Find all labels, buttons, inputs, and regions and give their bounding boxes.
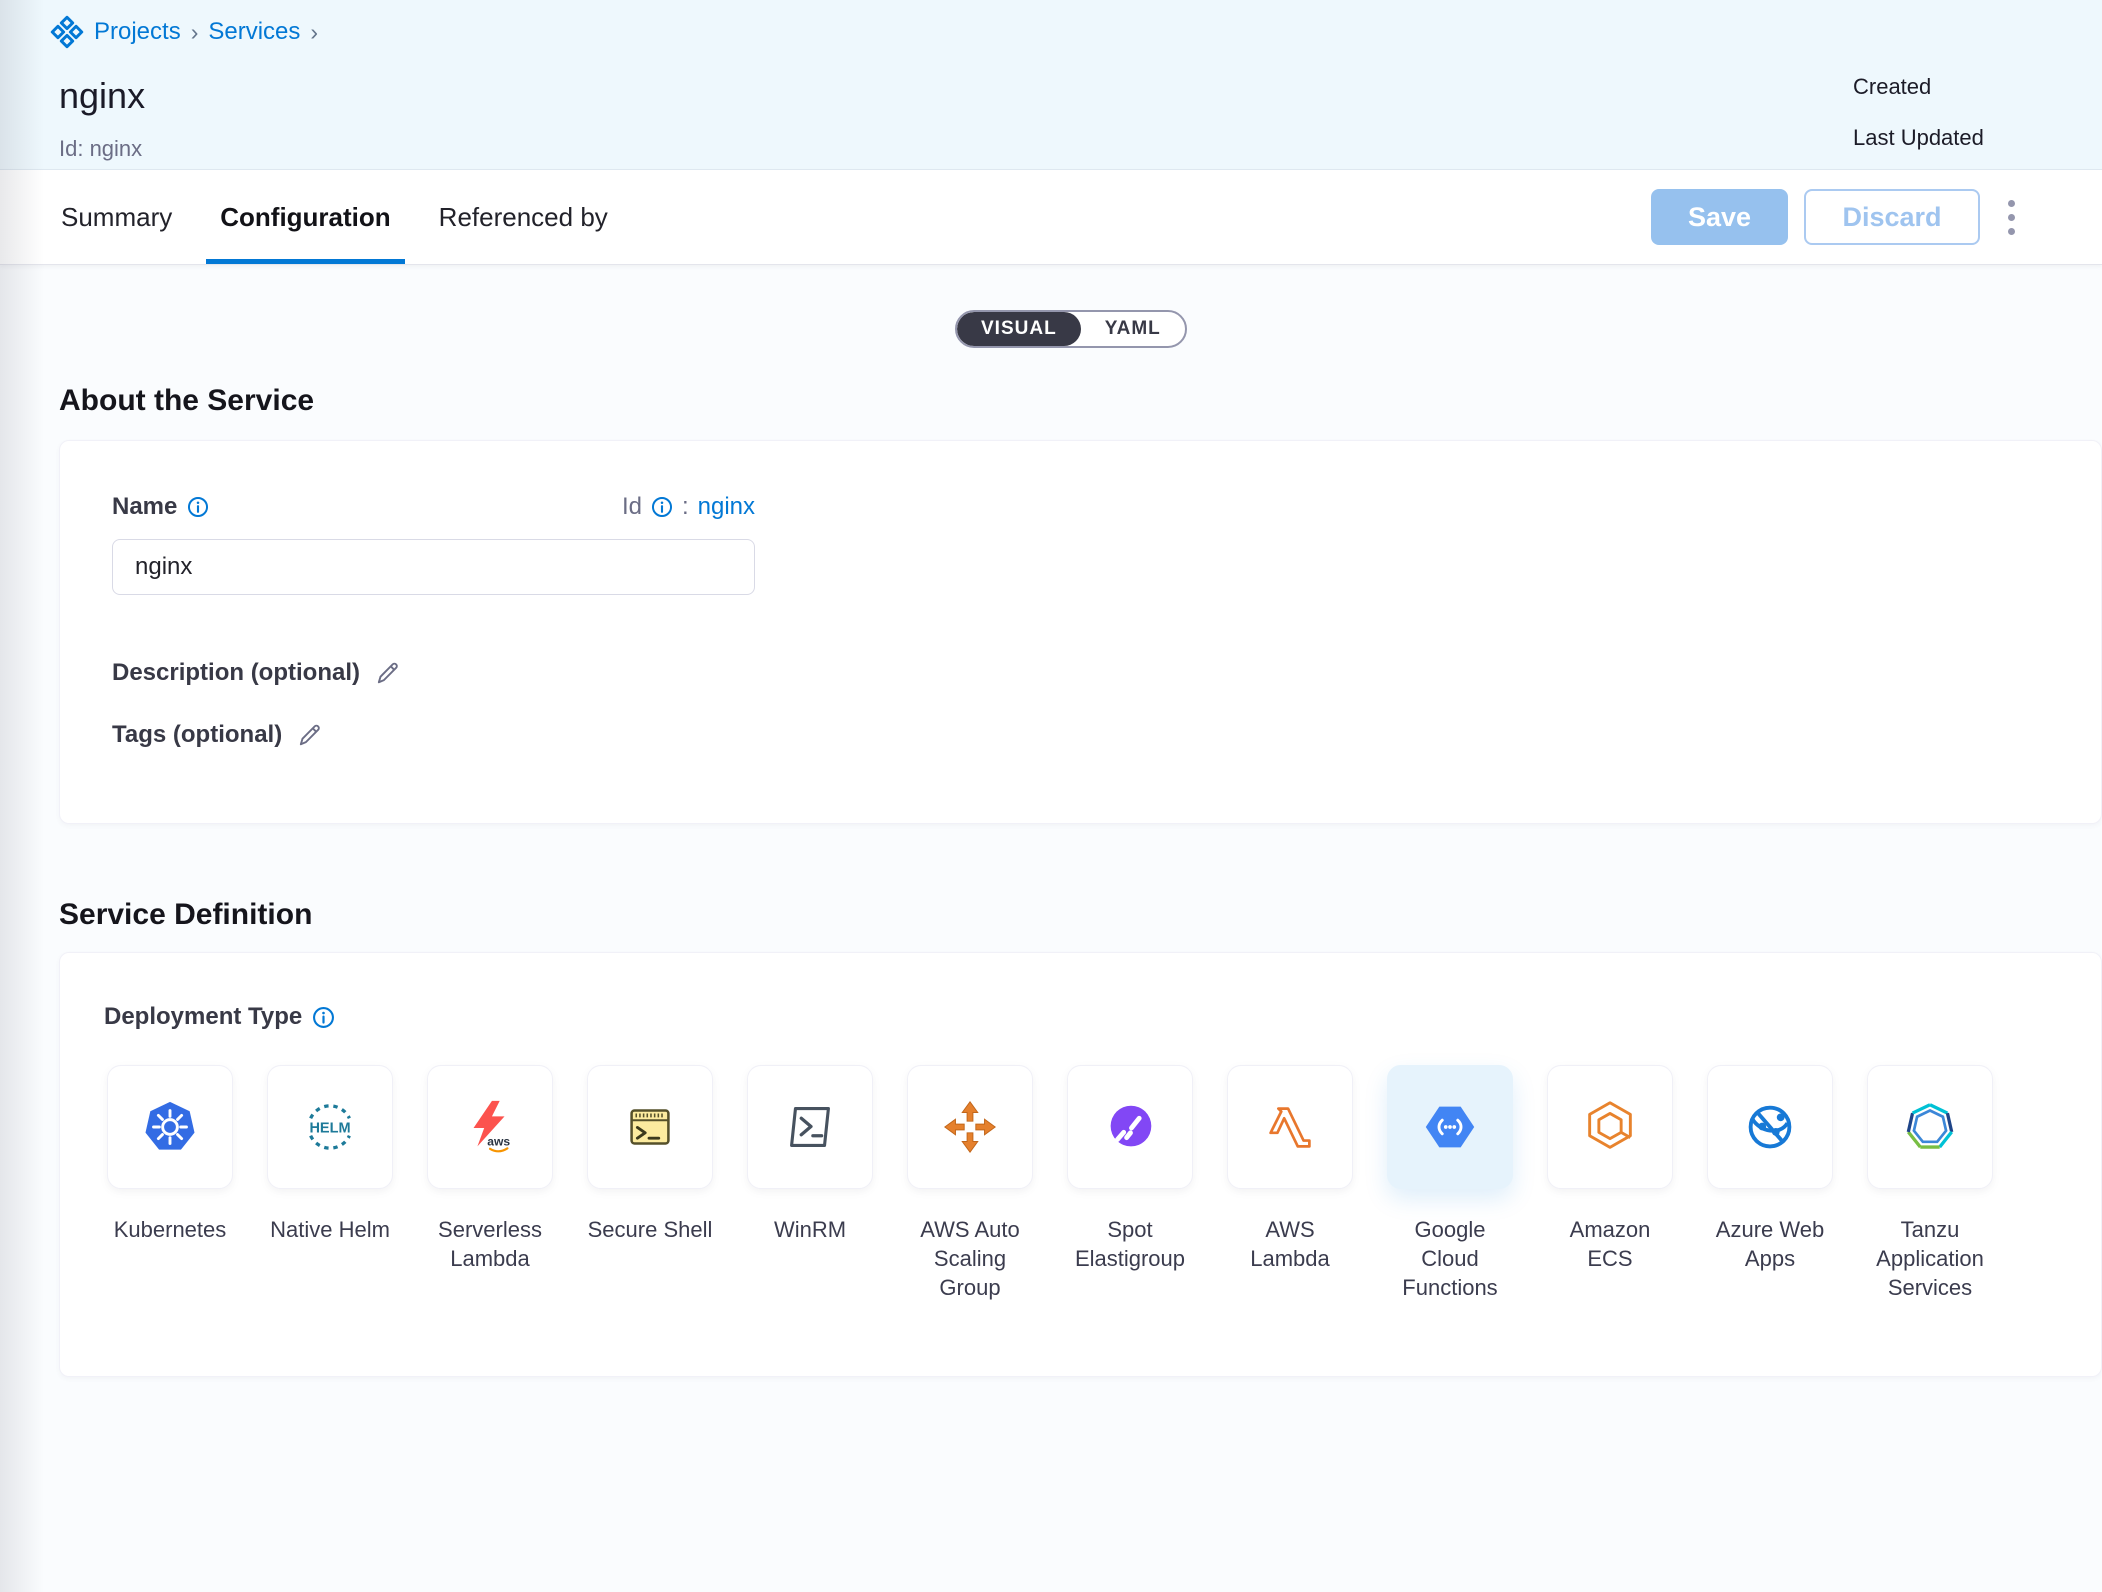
deployment-type-grid: Kubernetes HELM Native Helm aws [104, 1065, 2101, 1302]
tags-label: Tags (optional) [112, 721, 282, 749]
deployment-type-kubernetes[interactable]: Kubernetes [104, 1065, 236, 1302]
deployment-type-winrm[interactable]: WinRM [744, 1065, 876, 1302]
deployment-type-serverless-lambda[interactable]: aws Serverless Lambda [424, 1065, 556, 1302]
page-title: nginx [59, 76, 2102, 116]
service-definition-heading: Service Definition [59, 898, 2102, 932]
deployment-type-label: Deployment Type [104, 1003, 302, 1031]
deployment-type-native-helm[interactable]: HELM Native Helm [264, 1065, 396, 1302]
deployment-type-spot-elastigroup[interactable]: Spot Elastigroup [1064, 1065, 1196, 1302]
projects-logo-icon [50, 15, 84, 49]
deployment-type-secure-shell[interactable]: Secure Shell [584, 1065, 716, 1302]
description-label: Description (optional) [112, 659, 360, 687]
info-icon[interactable] [187, 496, 209, 518]
azure-web-apps-icon [1739, 1096, 1801, 1158]
aws-auto-scaling-icon [939, 1096, 1001, 1158]
about-service-heading: About the Service [59, 384, 2102, 418]
amazon-ecs-icon [1579, 1096, 1641, 1158]
page-header: Projects › Services › nginx Id: nginx Cr… [0, 0, 2102, 170]
deployment-type-label-group: Deployment Type [104, 1003, 2101, 1031]
save-button[interactable]: Save [1651, 189, 1788, 245]
configuration-content: VISUAL YAML About the Service Name Id [0, 265, 2102, 1592]
tab-referenced-by[interactable]: Referenced by [425, 170, 622, 264]
breadcrumb-projects-link[interactable]: Projects [94, 18, 181, 46]
deployment-type-azure-web-apps[interactable]: Azure Web Apps [1704, 1065, 1836, 1302]
created-label: Created [1853, 74, 1984, 100]
deployment-type-aws-lambda[interactable]: AWS Lambda [1224, 1065, 1356, 1302]
deployment-type-aws-auto-scaling-group[interactable]: AWS Auto Scaling Group [904, 1065, 1036, 1302]
description-row: Description (optional) [112, 659, 2101, 687]
name-row: Name Id : nginx [112, 493, 755, 521]
tags-row: Tags (optional) [112, 721, 2101, 749]
view-toggle-row: VISUAL YAML [955, 265, 1255, 348]
deployment-type-amazon-ecs[interactable]: Amazon ECS [1544, 1065, 1676, 1302]
toggle-visual[interactable]: VISUAL [957, 312, 1081, 346]
visual-yaml-toggle: VISUAL YAML [955, 310, 1187, 348]
tab-bar: Summary Configuration Referenced by Save… [0, 170, 2102, 265]
id-separator: : [682, 493, 689, 521]
chevron-right-icon: › [310, 19, 318, 46]
service-id-group: Id : nginx [622, 493, 755, 521]
toggle-yaml[interactable]: YAML [1081, 312, 1185, 346]
edit-tags-button[interactable] [296, 722, 323, 749]
tab-configuration[interactable]: Configuration [206, 170, 404, 264]
header-meta: Created Last Updated [1853, 74, 1984, 176]
service-definition-card: Deployment Type [59, 952, 2102, 1377]
aws-lambda-icon [1259, 1096, 1321, 1158]
discard-button[interactable]: Discard [1804, 189, 1980, 245]
secure-shell-icon [619, 1096, 681, 1158]
service-configuration-page: Projects › Services › nginx Id: nginx Cr… [0, 0, 2102, 1592]
name-label-group: Name [112, 493, 209, 521]
deployment-type-google-cloud-functions[interactable]: Google Cloud Functions [1384, 1065, 1516, 1302]
toolbar: Save Discard [1651, 170, 2026, 264]
name-label: Name [112, 493, 177, 521]
last-updated-label: Last Updated [1853, 125, 1984, 151]
id-label: Id [622, 493, 642, 521]
svg-text:HELM: HELM [309, 1120, 350, 1136]
google-cloud-functions-icon [1419, 1096, 1481, 1158]
info-icon[interactable] [312, 1006, 335, 1029]
edit-description-button[interactable] [374, 660, 401, 687]
service-name-input[interactable] [112, 539, 755, 595]
serverless-lambda-icon: aws [459, 1096, 521, 1158]
chevron-right-icon: › [191, 19, 199, 46]
tanzu-icon [1899, 1096, 1961, 1158]
pencil-icon [374, 660, 401, 687]
kebab-menu-icon[interactable] [1996, 189, 2026, 245]
helm-icon: HELM [299, 1096, 361, 1158]
kubernetes-icon [139, 1096, 201, 1158]
svg-text:aws: aws [487, 1134, 510, 1148]
entity-id: Id: nginx [59, 136, 2102, 162]
tab-summary[interactable]: Summary [47, 170, 186, 264]
info-icon[interactable] [651, 496, 673, 518]
winrm-icon [779, 1096, 841, 1158]
deployment-type-tanzu-application-services[interactable]: Tanzu Application Services [1864, 1065, 1996, 1302]
breadcrumb: Projects › Services › [0, 0, 2102, 49]
pencil-icon [296, 722, 323, 749]
about-service-card: Name Id : nginx [59, 440, 2102, 824]
breadcrumb-services-link[interactable]: Services [208, 18, 300, 46]
service-id-value[interactable]: nginx [698, 493, 755, 521]
spot-elastigroup-icon [1099, 1096, 1161, 1158]
